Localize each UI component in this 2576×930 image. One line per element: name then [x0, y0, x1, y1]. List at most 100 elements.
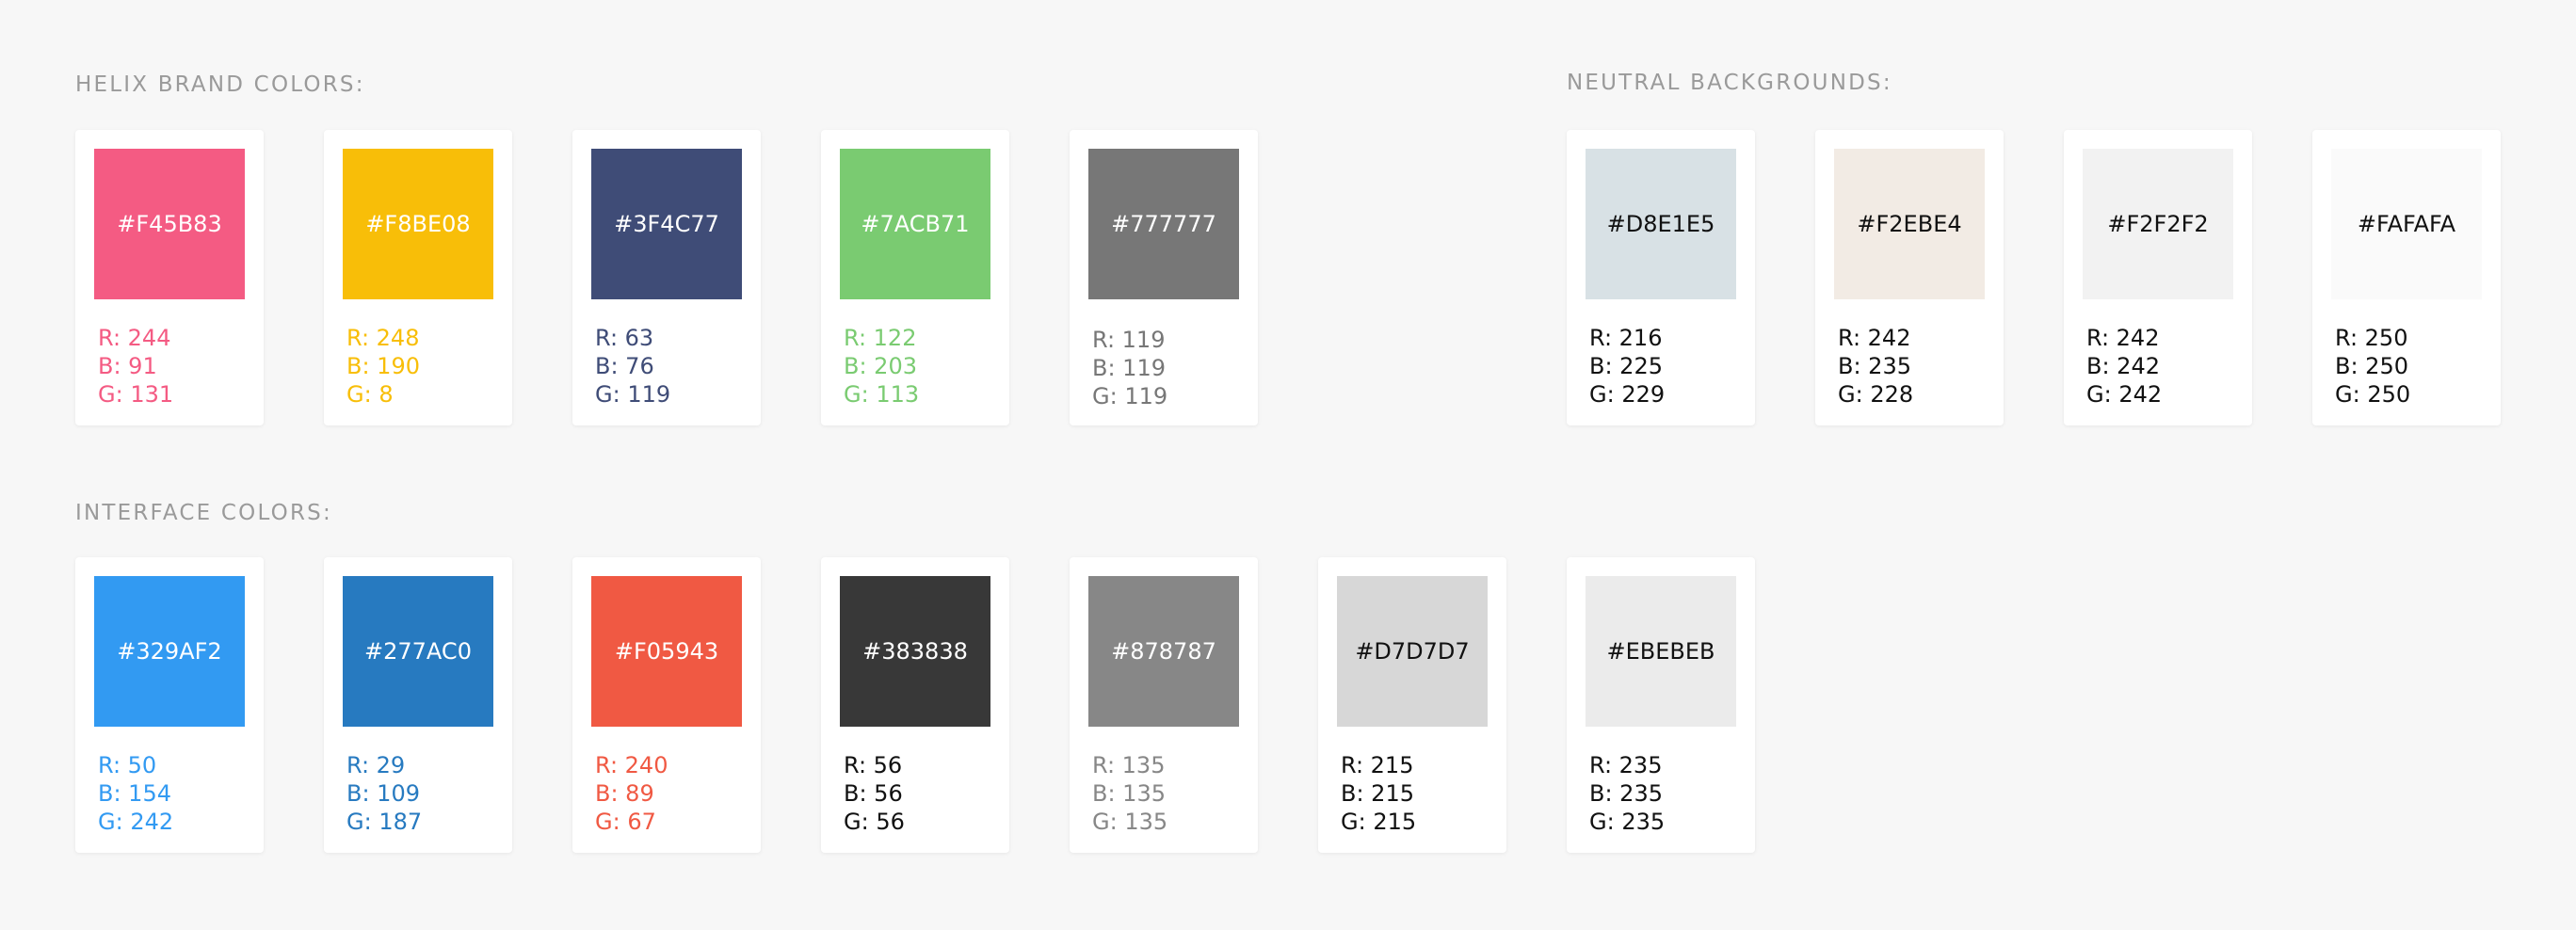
- rgb-values: R: 216 B: 225 G: 229: [1589, 324, 1665, 409]
- red-value: R: 50: [98, 752, 157, 778]
- color-swatch: #383838: [840, 576, 990, 727]
- blue-value: B: 235: [1589, 780, 1663, 807]
- red-value: R: 122: [844, 325, 917, 351]
- color-card-interface-silver: #D7D7D7 R: 215 B: 215 G: 215: [1318, 557, 1506, 853]
- color-card-brand-yellow: #F8BE08 R: 248 B: 190 G: 8: [324, 130, 512, 425]
- hex-label: #277AC0: [364, 638, 472, 665]
- green-value: G: 242: [2086, 381, 2163, 408]
- rgb-values: R: 248 B: 190 G: 8: [346, 324, 420, 409]
- rgb-values: R: 215 B: 215 G: 215: [1341, 751, 1416, 836]
- rgb-values: R: 244 B: 91 G: 131: [98, 324, 173, 409]
- blue-value: B: 250: [2335, 353, 2408, 379]
- color-swatch: #F2EBE4: [1834, 149, 1985, 299]
- green-value: G: 228: [1838, 381, 1914, 408]
- hex-label: #EBEBEB: [1606, 638, 1715, 665]
- green-value: G: 135: [1092, 809, 1168, 835]
- rgb-values: R: 250 B: 250 G: 250: [2335, 324, 2410, 409]
- color-swatch: #D8E1E5: [1586, 149, 1736, 299]
- red-value: R: 56: [844, 752, 903, 778]
- green-value: G: 229: [1589, 381, 1666, 408]
- blue-value: B: 119: [1092, 355, 1166, 381]
- interface-colors-title: INTERFACE COLORS:: [75, 501, 332, 525]
- red-value: R: 216: [1589, 325, 1663, 351]
- rgb-values: R: 29 B: 109 G: 187: [346, 751, 422, 836]
- color-card-interface-dark-blue: #277AC0 R: 29 B: 109 G: 187: [324, 557, 512, 853]
- hex-label: #D8E1E5: [1606, 211, 1715, 237]
- color-swatch: #FAFAFA: [2331, 149, 2482, 299]
- color-swatch: #F2F2F2: [2083, 149, 2233, 299]
- red-value: R: 248: [346, 325, 420, 351]
- color-swatch: #7ACB71: [840, 149, 990, 299]
- rgb-values: R: 56 B: 56 G: 56: [844, 751, 905, 836]
- color-card-interface-charcoal: #383838 R: 56 B: 56 G: 56: [821, 557, 1009, 853]
- color-swatch: #3F4C77: [591, 149, 742, 299]
- red-value: R: 244: [98, 325, 171, 351]
- color-card-brand-green: #7ACB71 R: 122 B: 203 G: 113: [821, 130, 1009, 425]
- red-value: R: 29: [346, 752, 406, 778]
- color-swatch: #F8BE08: [343, 149, 493, 299]
- hex-label: #FAFAFA: [2357, 211, 2456, 237]
- hex-label: #D7D7D7: [1355, 638, 1470, 665]
- red-value: R: 135: [1092, 752, 1166, 778]
- blue-value: B: 203: [844, 353, 917, 379]
- hex-label: #F8BE08: [365, 211, 471, 237]
- color-swatch: #277AC0: [343, 576, 493, 727]
- rgb-values: R: 235 B: 235 G: 235: [1589, 751, 1665, 836]
- red-value: R: 240: [595, 752, 668, 778]
- color-card-neutral-beige: #F2EBE4 R: 242 B: 235 G: 228: [1815, 130, 2004, 425]
- blue-value: B: 56: [844, 780, 903, 807]
- hex-label: #F2F2F2: [2107, 211, 2209, 237]
- rgb-values: R: 135 B: 135 G: 135: [1092, 751, 1167, 836]
- green-value: G: 119: [1092, 383, 1168, 409]
- color-swatch: #878787: [1088, 576, 1239, 727]
- hex-label: #777777: [1111, 211, 1216, 237]
- green-value: G: 131: [98, 381, 174, 408]
- rgb-values: R: 240 B: 89 G: 67: [595, 751, 668, 836]
- hex-label: #878787: [1111, 638, 1216, 665]
- rgb-values: R: 63 B: 76 G: 119: [595, 324, 670, 409]
- blue-value: B: 89: [595, 780, 654, 807]
- blue-value: B: 109: [346, 780, 420, 807]
- blue-value: B: 135: [1092, 780, 1166, 807]
- rgb-values: R: 50 B: 154 G: 242: [98, 751, 173, 836]
- green-value: G: 235: [1589, 809, 1666, 835]
- red-value: R: 250: [2335, 325, 2408, 351]
- blue-value: B: 225: [1589, 353, 1663, 379]
- rgb-values: R: 119 B: 119 G: 119: [1092, 326, 1167, 410]
- color-card-neutral-off-white: #FAFAFA R: 250 B: 250 G: 250: [2312, 130, 2501, 425]
- red-value: R: 119: [1092, 327, 1166, 353]
- hex-label: #7ACB71: [861, 211, 970, 237]
- color-card-interface-light-gray: #EBEBEB R: 235 B: 235 G: 235: [1567, 557, 1755, 853]
- blue-value: B: 215: [1341, 780, 1414, 807]
- color-card-interface-gray: #878787 R: 135 B: 135 G: 135: [1070, 557, 1258, 853]
- color-swatch: #F05943: [591, 576, 742, 727]
- blue-value: B: 190: [346, 353, 420, 379]
- color-swatch: #777777: [1088, 149, 1239, 299]
- green-value: G: 67: [595, 809, 656, 835]
- green-value: G: 187: [346, 809, 423, 835]
- red-value: R: 242: [2086, 325, 2160, 351]
- color-swatch: #D7D7D7: [1337, 576, 1488, 727]
- hex-label: #329AF2: [117, 638, 222, 665]
- blue-value: B: 76: [595, 353, 654, 379]
- color-card-brand-navy: #3F4C77 R: 63 B: 76 G: 119: [572, 130, 761, 425]
- color-card-brand-gray: #777777 R: 119 B: 119 G: 119: [1070, 130, 1258, 425]
- blue-value: B: 242: [2086, 353, 2160, 379]
- blue-value: B: 154: [98, 780, 171, 807]
- neutral-backgrounds-title: NEUTRAL BACKGROUNDS:: [1567, 71, 1892, 95]
- green-value: G: 250: [2335, 381, 2411, 408]
- blue-value: B: 235: [1838, 353, 1911, 379]
- red-value: R: 242: [1838, 325, 1911, 351]
- color-card-brand-pink: #F45B83 R: 244 B: 91 G: 131: [75, 130, 264, 425]
- red-value: R: 215: [1341, 752, 1414, 778]
- green-value: G: 113: [844, 381, 920, 408]
- green-value: G: 8: [346, 381, 394, 408]
- color-card-interface-red: #F05943 R: 240 B: 89 G: 67: [572, 557, 761, 853]
- green-value: G: 215: [1341, 809, 1417, 835]
- rgb-values: R: 122 B: 203 G: 113: [844, 324, 919, 409]
- color-card-neutral-blue-gray: #D8E1E5 R: 216 B: 225 G: 229: [1567, 130, 1755, 425]
- brand-colors-title: HELIX BRAND COLORS:: [75, 72, 365, 97]
- color-card-neutral-light-gray: #F2F2F2 R: 242 B: 242 G: 242: [2064, 130, 2252, 425]
- green-value: G: 119: [595, 381, 671, 408]
- red-value: R: 235: [1589, 752, 1663, 778]
